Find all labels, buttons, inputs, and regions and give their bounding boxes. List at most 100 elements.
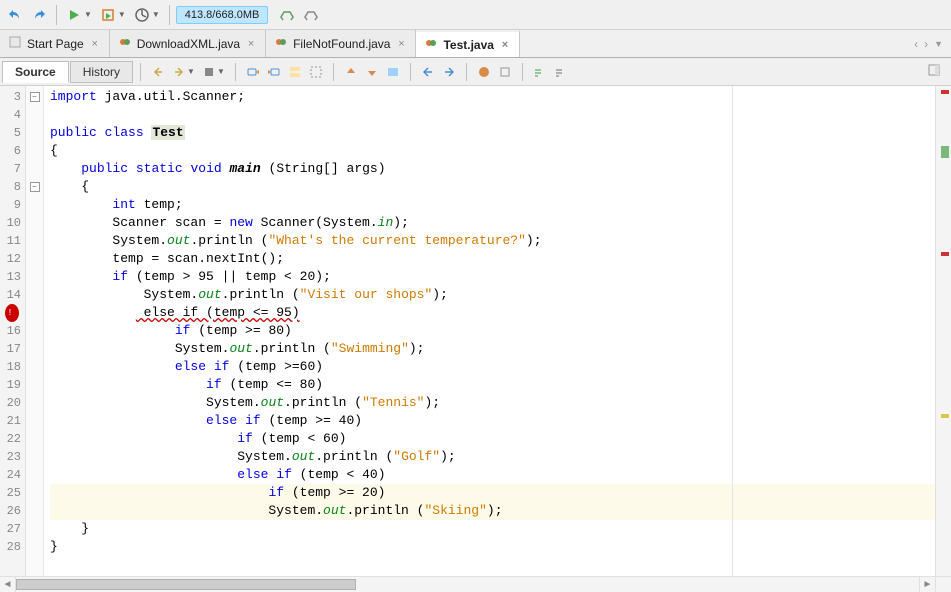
close-icon[interactable]: × xyxy=(395,38,407,50)
comment-icon[interactable] xyxy=(530,62,550,82)
code-line[interactable]: import java.util.Scanner; xyxy=(50,88,935,106)
tab-next-icon[interactable]: › xyxy=(924,37,928,51)
redo-icon[interactable] xyxy=(28,4,50,26)
undo-icon[interactable] xyxy=(4,4,26,26)
code-line[interactable]: } xyxy=(50,538,935,556)
error-icon[interactable]: ! xyxy=(5,304,19,322)
code-line[interactable]: if (temp > 95 || temp < 20); xyxy=(50,268,935,286)
close-icon[interactable]: × xyxy=(499,39,511,51)
tab-prev-icon[interactable]: ‹ xyxy=(914,37,918,51)
file-tab[interactable]: FileNotFound.java× xyxy=(266,30,416,57)
line-number[interactable]: 10 xyxy=(0,214,25,232)
code-line[interactable]: System.out.println ("Tennis"); xyxy=(50,394,935,412)
line-number[interactable]: 3 xyxy=(0,88,25,106)
line-number[interactable]: 4 xyxy=(0,106,25,124)
line-number[interactable]: 9 xyxy=(0,196,25,214)
code-line[interactable]: int temp; xyxy=(50,196,935,214)
tab-list-icon[interactable]: ▼ xyxy=(934,39,943,49)
code-line[interactable]: else if (temp >=60) xyxy=(50,358,935,376)
line-number[interactable]: 25 xyxy=(0,484,25,502)
code-line[interactable]: else if (temp <= 95) xyxy=(50,304,935,322)
profile-dropdown-icon[interactable]: ▼ xyxy=(152,10,160,19)
line-number[interactable]: 19 xyxy=(0,376,25,394)
line-number[interactable]: 27 xyxy=(0,520,25,538)
error-marker[interactable] xyxy=(941,252,949,256)
code-line[interactable]: { xyxy=(50,142,935,160)
warning-marker[interactable] xyxy=(941,414,949,418)
debug-icon[interactable] xyxy=(97,4,119,26)
nav-dropdown-icon[interactable]: ▼ xyxy=(187,67,195,76)
line-number[interactable]: 21 xyxy=(0,412,25,430)
macro-record-icon[interactable] xyxy=(474,62,494,82)
code-line[interactable] xyxy=(50,106,935,124)
tab-history[interactable]: History xyxy=(70,61,133,83)
vertical-scrollbar[interactable] xyxy=(935,86,951,576)
nav-back-icon[interactable] xyxy=(148,62,168,82)
close-icon[interactable]: × xyxy=(245,38,257,50)
error-marker[interactable] xyxy=(941,90,949,94)
code-line[interactable]: if (temp < 60) xyxy=(50,430,935,448)
tab-source[interactable]: Source xyxy=(2,61,69,83)
line-number[interactable]: 18 xyxy=(0,358,25,376)
find-prev-icon[interactable] xyxy=(243,62,263,82)
run-dropdown-icon[interactable]: ▼ xyxy=(84,10,92,19)
code-content[interactable]: import java.util.Scanner; public class Te… xyxy=(44,86,935,576)
highlight-icon[interactable] xyxy=(306,62,326,82)
shift-left-icon[interactable] xyxy=(418,62,438,82)
gc-icon[interactable] xyxy=(276,4,298,26)
next-bookmark-icon[interactable] xyxy=(362,62,382,82)
line-number[interactable]: 5 xyxy=(0,124,25,142)
horizontal-scrollbar[interactable]: ◄ ► xyxy=(0,576,951,592)
fold-gutter[interactable]: −− xyxy=(26,86,44,576)
fold-minus-icon[interactable]: − xyxy=(30,182,40,192)
prev-bookmark-icon[interactable] xyxy=(341,62,361,82)
macro-stop-icon[interactable] xyxy=(495,62,515,82)
code-line[interactable]: System.out.println ("Swimming"); xyxy=(50,340,935,358)
line-number[interactable]: 7 xyxy=(0,160,25,178)
line-number[interactable]: 12 xyxy=(0,250,25,268)
line-number[interactable]: 13 xyxy=(0,268,25,286)
debug-dropdown-icon[interactable]: ▼ xyxy=(118,10,126,19)
find-next-icon[interactable] xyxy=(264,62,284,82)
line-number[interactable]: 17 xyxy=(0,340,25,358)
line-gutter[interactable]: 34567891011121314!1617181920212223242526… xyxy=(0,86,26,576)
line-number[interactable]: 14 xyxy=(0,286,25,304)
shift-right-icon[interactable] xyxy=(439,62,459,82)
bookmarks-dropdown-icon[interactable]: ▼ xyxy=(217,67,225,76)
code-line[interactable]: System.out.println ("Visit our shops"); xyxy=(50,286,935,304)
code-line[interactable]: else if (temp < 40) xyxy=(50,466,935,484)
fold-minus-icon[interactable]: − xyxy=(30,92,40,102)
code-line[interactable]: public class Test xyxy=(50,124,935,142)
run-icon[interactable] xyxy=(63,4,85,26)
line-number[interactable]: 24 xyxy=(0,466,25,484)
profile-icon[interactable] xyxy=(131,4,153,26)
file-tab[interactable]: DownloadXML.java× xyxy=(110,30,266,57)
code-line[interactable]: public static void main (String[] args) xyxy=(50,160,935,178)
line-number[interactable]: 26 xyxy=(0,502,25,520)
code-line[interactable]: else if (temp >= 40) xyxy=(50,412,935,430)
code-line[interactable]: if (temp <= 80) xyxy=(50,376,935,394)
line-number[interactable]: 23 xyxy=(0,448,25,466)
line-number[interactable]: 11 xyxy=(0,232,25,250)
close-icon[interactable]: × xyxy=(89,38,101,50)
code-line[interactable]: } xyxy=(50,520,935,538)
code-line[interactable]: System.out.println ("What's the current … xyxy=(50,232,935,250)
code-line[interactable]: temp = scan.nextInt(); xyxy=(50,250,935,268)
breadcrumb-toggle-icon[interactable] xyxy=(927,63,941,80)
code-line[interactable]: System.out.println ("Golf"); xyxy=(50,448,935,466)
line-number[interactable]: 6 xyxy=(0,142,25,160)
file-tab[interactable]: Start Page× xyxy=(0,30,110,57)
line-number[interactable]: ! xyxy=(0,304,25,322)
code-line[interactable]: System.out.println ("Skiing"); xyxy=(50,502,935,520)
code-line[interactable]: { xyxy=(50,178,935,196)
code-line[interactable]: if (temp >= 20) xyxy=(50,484,935,502)
line-number[interactable]: 28 xyxy=(0,538,25,556)
line-number[interactable]: 8 xyxy=(0,178,25,196)
toggle-bookmark-icon[interactable] xyxy=(383,62,403,82)
uncomment-icon[interactable] xyxy=(551,62,571,82)
line-number[interactable]: 16 xyxy=(0,322,25,340)
memory-indicator[interactable]: 413.8/668.0MB xyxy=(176,6,269,24)
line-number[interactable]: 20 xyxy=(0,394,25,412)
gc-alt-icon[interactable] xyxy=(300,4,322,26)
find-selection-icon[interactable] xyxy=(285,62,305,82)
